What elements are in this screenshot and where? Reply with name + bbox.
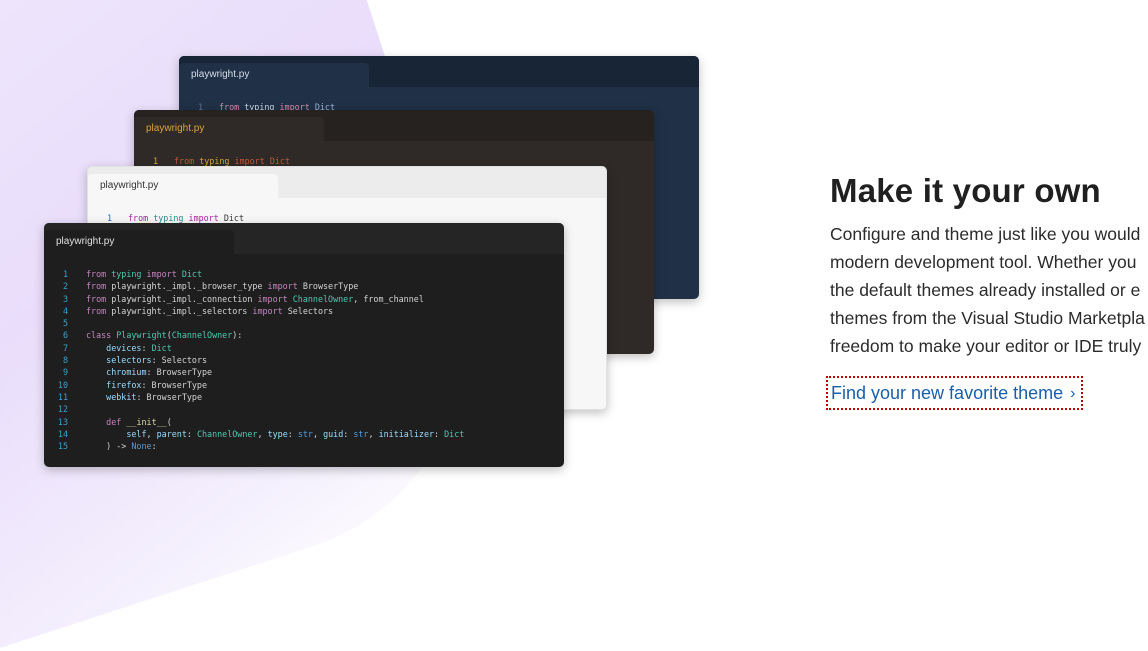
code-line: 9 chromium: BrowserType [44, 366, 564, 378]
code-line: 8 selectors: Selectors [44, 354, 564, 366]
code-area: 1 from typing import Dict [88, 198, 606, 224]
description-line: freedom to make your editor or IDE truly [830, 336, 1142, 356]
code-line: 5 [44, 317, 564, 329]
line-number: 6 [62, 330, 68, 341]
code-text: from playwright._impl._browser_type impo… [86, 281, 359, 292]
code-text: from playwright._impl._selectors import … [86, 305, 334, 316]
description-line: themes from the Visual Studio Marketpla [830, 308, 1145, 328]
code-line: 13 def __init__( [44, 416, 564, 428]
code-text: self, parent: ChannelOwner, type: str, g… [126, 428, 465, 439]
line-number: 5 [62, 318, 68, 329]
find-theme-link[interactable]: Find your new favorite theme › [826, 376, 1084, 410]
file-tab: playwright.py [88, 174, 278, 198]
line-number: 4 [62, 305, 68, 316]
tab-bar: playwright.py [88, 167, 606, 198]
editor-preview-dark: playwright.py 1 from typing import Dict 2 f… [44, 223, 564, 467]
code-line: 10 firefox: BrowserType [44, 379, 564, 391]
line-number: 2 [62, 281, 68, 292]
section-heading: Make it your own [830, 172, 1101, 209]
line-number: 3 [62, 293, 68, 304]
tab-bar: playwright.py [134, 110, 654, 141]
file-tab: playwright.py [134, 117, 324, 141]
code-line: 2 from playwright._impl._browser_type imp… [44, 280, 564, 292]
code-text: from playwright._impl._connection import… [86, 293, 424, 304]
code-line: 7 devices: Dict [44, 342, 564, 354]
line-number: 8 [62, 355, 68, 366]
code-area: 1 from typing import Dict 2 from playwright… [44, 254, 564, 452]
code-text: devices: Dict [106, 342, 172, 353]
code-line: 15 ) -> None: [44, 440, 564, 452]
code-text: from typing import Dict [86, 269, 203, 279]
line-number: 10 [57, 379, 68, 390]
code-line: 12 [44, 403, 564, 415]
line-number: 13 [57, 416, 68, 427]
find-theme-link-label: Find your new favorite theme [831, 383, 1064, 403]
code-text: def __init__( [106, 416, 172, 427]
code-text: webkit: BrowserType [106, 391, 202, 402]
chevron-right-icon: › [1070, 384, 1076, 402]
description-line: modern development tool. Whether you [830, 252, 1137, 272]
code-text: class Playwright(ChannelOwner): [86, 330, 243, 341]
line-number: 7 [62, 342, 68, 353]
line-number: 14 [57, 428, 68, 439]
file-tab: playwright.py [179, 63, 369, 87]
line-number: 15 [57, 441, 68, 452]
code-line: from typing import Dict [128, 213, 245, 223]
theme-feature-panel: Make it your own Configure and theme jus… [830, 172, 1148, 360]
code-area: 1 from typing import Dict [134, 141, 654, 167]
tab-bar: playwright.py [44, 223, 564, 254]
section-description: Configure and theme just like you would m… [830, 220, 1148, 360]
code-line: 3 from playwright._impl._connection impor… [44, 293, 564, 305]
code-line: 4 from playwright._impl._selectors import… [44, 305, 564, 317]
description-line: the default themes already installed or … [830, 280, 1141, 300]
code-text: firefox: BrowserType [106, 379, 208, 390]
code-text: ) -> None: [86, 441, 157, 452]
code-text: chromium: BrowserType [106, 367, 213, 378]
code-line: from typing import Dict [174, 156, 291, 166]
code-line: 6 class Playwright(ChannelOwner): [44, 329, 564, 341]
line-number: 1 [62, 269, 68, 279]
line-number: 12 [57, 404, 68, 415]
code-text: selectors: Selectors [106, 355, 208, 366]
file-tab: playwright.py [44, 230, 234, 254]
code-line: 1 from typing import Dict [44, 268, 564, 280]
code-line: 14 self, parent: ChannelOwner, type: str… [44, 428, 564, 440]
tab-bar: playwright.py [179, 56, 699, 87]
code-line: 11 webkit: BrowserType [44, 391, 564, 403]
line-number: 9 [62, 367, 68, 378]
line-number: 11 [57, 391, 68, 402]
description-line: Configure and theme just like you would [830, 224, 1141, 244]
